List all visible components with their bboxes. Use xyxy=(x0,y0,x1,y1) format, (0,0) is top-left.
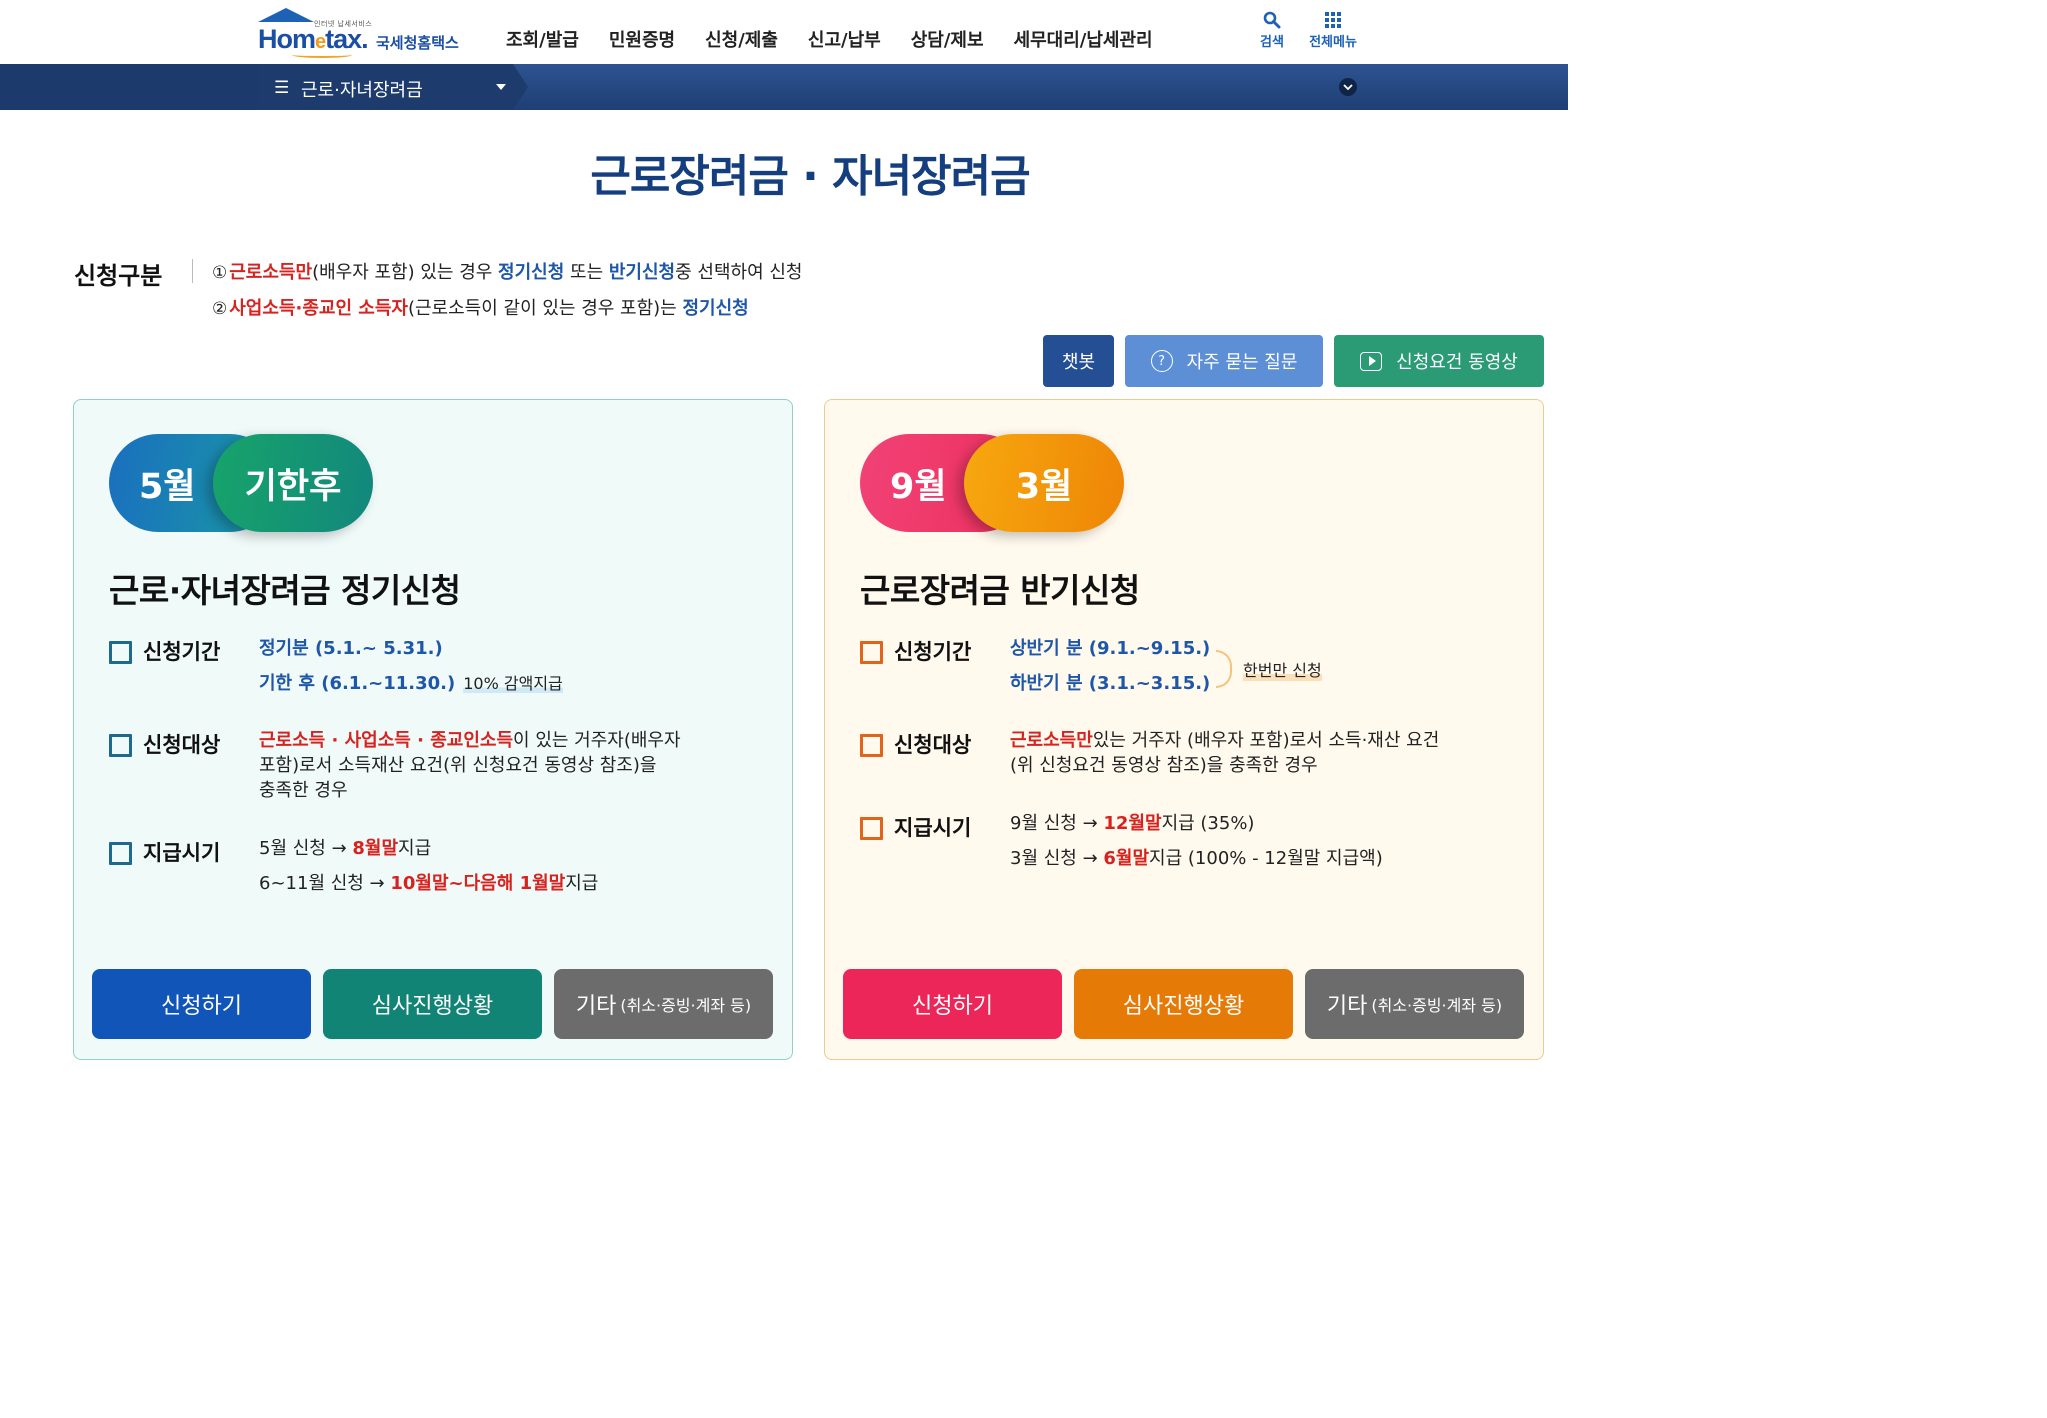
chatbot-label: 챗봇 xyxy=(1061,352,1096,373)
application-type-heading: 신청구분 xyxy=(74,262,163,290)
card-title: 근로·자녀장려금 정기신청 xyxy=(109,571,461,610)
all-menu-button[interactable]: 전체메뉴 xyxy=(1303,10,1363,50)
other-button[interactable]: 기타 (취소·증빙·계좌 등) xyxy=(1305,969,1524,1039)
payment-heading: 지급시기 xyxy=(860,812,971,842)
search-label: 검색 xyxy=(1260,35,1284,50)
apply-button[interactable]: 신청하기 xyxy=(92,969,311,1039)
search-icon xyxy=(1242,10,1302,30)
requirements-video-label: 신청요건 동영상 xyxy=(1396,352,1518,373)
gnb-item-inquiry[interactable]: 조회/발급 xyxy=(506,26,579,52)
gnb-item-report-payment[interactable]: 신고/납부 xyxy=(808,26,881,52)
chatbot-button[interactable]: 챗봇 xyxy=(1043,335,1114,387)
current-menu-label: 근로·자녀장려금 xyxy=(301,80,423,101)
gnb-item-application[interactable]: 신청/제출 xyxy=(705,26,778,52)
house-roof-icon xyxy=(258,8,314,22)
pill-march: 3월 xyxy=(964,434,1124,532)
period-values: 상반기 분 (9.1.~9.15.) 하반기 분 (3.1.~3.15.) xyxy=(1010,631,1210,701)
gnb-item-certificates[interactable]: 민원증명 xyxy=(609,26,675,52)
faq-button[interactable]: ? 자주 묻는 질문 xyxy=(1125,335,1323,387)
once-only-note: 한번만 신청 xyxy=(1243,657,1322,681)
card-title: 근로장려금 반기신청 xyxy=(860,571,1140,610)
location-bar: ☰ 근로·자녀장려금 xyxy=(0,64,1568,110)
pill-after-deadline: 기한후 xyxy=(213,434,373,532)
checkbox-bullet-icon xyxy=(109,841,132,865)
target-heading: 신청대상 xyxy=(860,729,971,759)
logo-swoosh-icon xyxy=(292,52,352,58)
hamburger-icon: ☰ xyxy=(274,78,290,98)
review-status-button[interactable]: 심사진행상황 xyxy=(1074,969,1293,1039)
payment-values: 9월 신청 → 12월말지급 (35%) 3월 신청 → 6월말지급 (100%… xyxy=(1010,813,1383,869)
other-button[interactable]: 기타 (취소·증빙·계좌 등) xyxy=(554,969,773,1039)
period-regular: 정기분 (5.1.~ 5.31.) xyxy=(259,638,443,659)
faq-label: 자주 묻는 질문 xyxy=(1186,352,1298,373)
caret-down-icon xyxy=(496,84,506,90)
guide-line-2: ② 사업소득·종교인 소득자(근로소득이 같이 있는 경우 포함)는 정기신청 xyxy=(212,298,749,319)
expand-button[interactable] xyxy=(1339,78,1357,96)
requirements-video-button[interactable]: 신청요건 동영상 xyxy=(1334,335,1544,387)
period-late-row: 기한 후 (6.1.~11.30.) 10% 감액지급 xyxy=(259,673,563,694)
grid-menu-icon xyxy=(1303,10,1363,30)
period-heading: 신청기간 xyxy=(860,636,971,666)
target-description: 근로소득만있는 거주자 (배우자 포함)로서 소득·재산 요건 (위 신청요건 … xyxy=(1010,730,1440,776)
divider xyxy=(192,259,193,283)
payment-values: 5월 신청 → 8월말지급 6~11월 신청 → 10월말~다음해 1월말지급 xyxy=(259,838,599,894)
checkbox-bullet-icon xyxy=(860,733,883,757)
page-title: 근로장려금 · 자녀장려금 xyxy=(590,151,1030,202)
period-first-half: 상반기 분 (9.1.~9.15.) xyxy=(1010,638,1211,659)
target-heading: 신청대상 xyxy=(109,729,220,759)
logo-korean-name: 국세청홈택스 xyxy=(376,34,459,52)
application-type-description: ① 근로소득만(배우자 포함) 있는 경우 정기신청 또는 반기신청중 선택하여 … xyxy=(212,255,803,327)
period-values: 정기분 (5.1.~ 5.31.) 기한 후 (6.1.~11.30.) 10% … xyxy=(259,631,563,701)
all-menu-label: 전체메뉴 xyxy=(1309,35,1357,50)
logo-wordmark: Hometax. xyxy=(258,24,369,54)
payment-heading: 지급시기 xyxy=(109,837,220,867)
apply-button[interactable]: 신청하기 xyxy=(843,969,1062,1039)
guide-line-1: ① 근로소득만(배우자 포함) 있는 경우 정기신청 또는 반기신청중 선택하여 … xyxy=(212,262,803,283)
period-heading: 신청기간 xyxy=(109,636,220,666)
chevron-down-icon xyxy=(1343,83,1353,90)
period-second-half: 하반기 분 (3.1.~3.15.) xyxy=(1010,673,1211,694)
checkbox-bullet-icon xyxy=(109,733,132,757)
search-button[interactable]: 검색 xyxy=(1242,10,1302,50)
question-icon: ? xyxy=(1150,350,1173,372)
regular-application-card: 5월 기한후 근로·자녀장려금 정기신청 신청기간 정기분 (5.1.~ 5.3… xyxy=(73,399,793,1060)
reduction-note: 10% 감액지급 xyxy=(463,674,563,693)
header: 인터넷 납세서비스 Hometax. 국세청홈택스 조회/발급 민원증명 신청/… xyxy=(0,0,1568,64)
location-bar-left xyxy=(0,64,258,110)
checkbox-bullet-icon xyxy=(860,640,883,664)
global-nav: 조회/발급 민원증명 신청/제출 신고/납부 상담/제보 세무대리/납세관리 xyxy=(506,26,1153,52)
current-menu-dropdown[interactable]: ☰ 근로·자녀장려금 xyxy=(258,64,528,110)
gnb-item-tax-agent[interactable]: 세무대리/납세관리 xyxy=(1014,26,1153,52)
brace-icon xyxy=(1216,650,1232,688)
play-icon xyxy=(1360,351,1383,371)
target-description: 근로소득 · 사업소득 · 종교인소득이 있는 거주자(배우자 포함)로서 소득… xyxy=(259,730,681,801)
checkbox-bullet-icon xyxy=(860,816,883,840)
hometax-logo[interactable]: 인터넷 납세서비스 Hometax. 국세청홈택스 xyxy=(256,8,471,60)
review-status-button[interactable]: 심사진행상황 xyxy=(323,969,542,1039)
gnb-item-counsel[interactable]: 상담/제보 xyxy=(911,26,984,52)
semiannual-application-card: 9월 3월 근로장려금 반기신청 신청기간 상반기 분 (9.1.~9.15.)… xyxy=(824,399,1544,1060)
checkbox-bullet-icon xyxy=(109,640,132,664)
